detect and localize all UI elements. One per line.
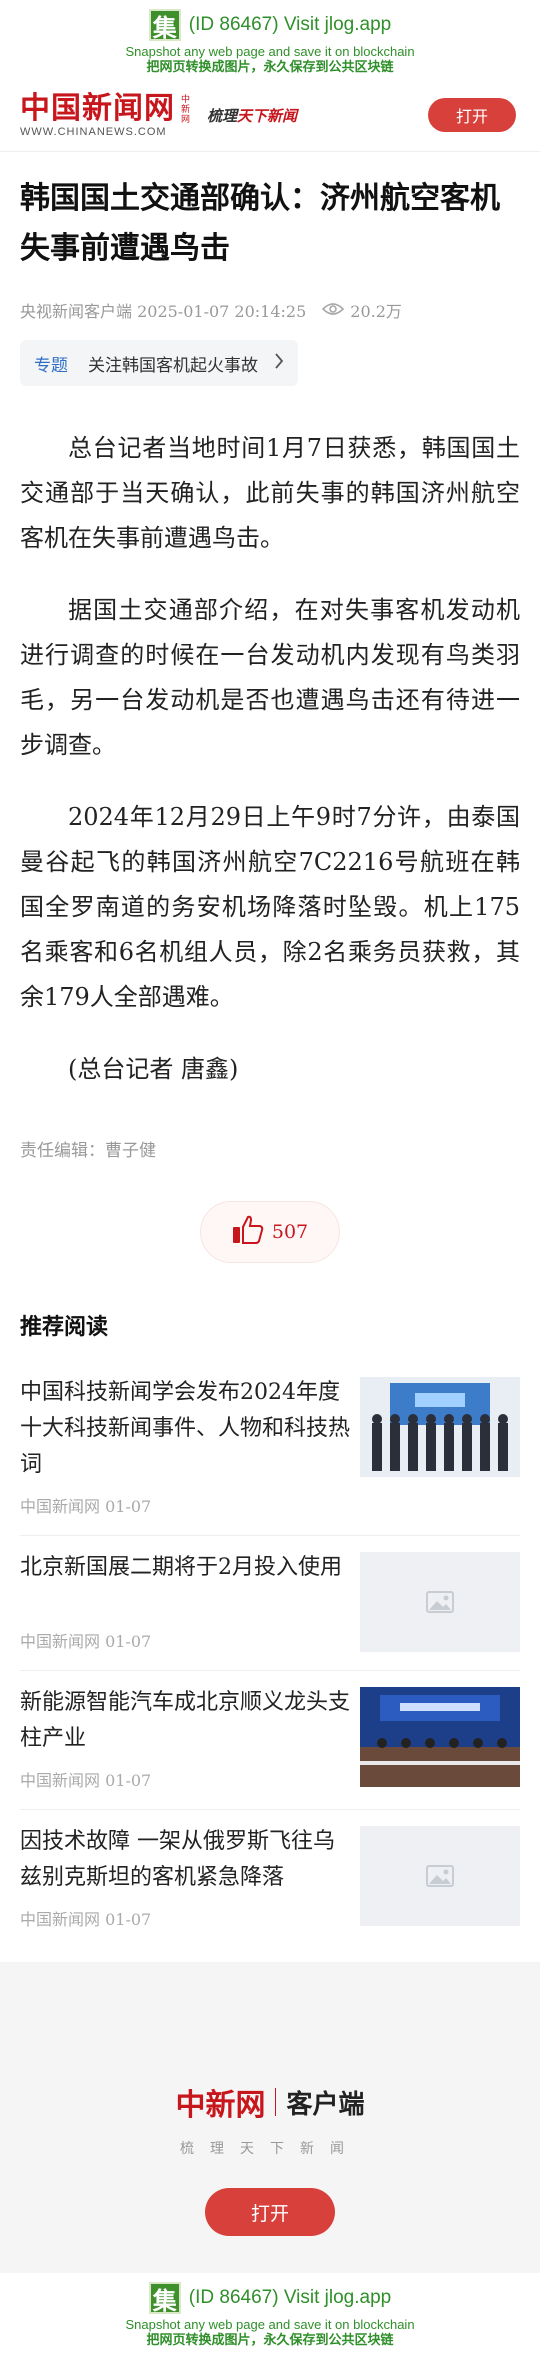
recommend-section: 推荐阅读 中国科技新闻学会发布2024年度十大科技新闻事件、人物和科技热词 中国… — [0, 1287, 540, 1948]
recommend-title: 新能源智能汽车成北京顺义龙头支柱产业 — [20, 1690, 351, 1751]
footer-brand: 中新网 — [175, 2088, 266, 2123]
recommend-item[interactable]: 因技术故障 一架从俄罗斯飞往乌兹别克斯坦的客机紧急降落 中国新闻网 01-07 — [20, 1810, 520, 1948]
slogan-part-a: 梳理 — [207, 108, 238, 125]
article-paragraph: 2024年12月29日上午9时7分许，由泰国曼谷起飞的韩国济州航空7C2216号… — [20, 803, 520, 1011]
chevron-right-icon — [274, 352, 284, 375]
eye-icon — [322, 301, 345, 320]
recommend-item[interactable]: 中国科技新闻学会发布2024年度十大科技新闻事件、人物和科技热词 中国新闻网 0… — [20, 1361, 520, 1536]
thumbs-up-icon — [232, 1215, 264, 1250]
article-paragraph: 总台记者当地时间1月7日获悉，韩国国土交通部于当天确认，此前失事的韩国济州航空客… — [20, 434, 520, 552]
article-meta: 央视新闻客户端 2025-01-07 20:14:25 20.2万 — [20, 298, 520, 322]
brand-name: 中国新闻网 — [20, 91, 175, 126]
topic-text: 关注韩国客机起火事故 — [88, 355, 258, 375]
conference-photo-thumbnail — [360, 1687, 520, 1787]
article-title: 韩国国土交通部确认：济州航空客机失事前遭遇鸟击 — [20, 182, 500, 265]
header-slogan: 梳理天下新闻 — [207, 105, 297, 126]
recommend-source: 中国新闻网 01-07 — [20, 1771, 152, 1790]
jlog-tagline-cn: 把网页转换成图片，永久保存到公共区块链 — [146, 59, 394, 74]
image-placeholder-icon — [360, 1826, 520, 1926]
jlog-visit-text[interactable]: (ID 86467) Visit jlog.app — [189, 2287, 391, 2309]
footer-logo: 中新网 客户端 — [175, 2080, 365, 2124]
slogan-part-b: 天下新闻 — [237, 108, 298, 125]
source-time: 央视新闻客户端 2025-01-07 20:14:25 — [20, 302, 307, 321]
open-app-button[interactable]: 打开 — [428, 98, 516, 132]
recommend-title: 中国科技新闻学会发布2024年度十大科技新闻事件、人物和科技热词 — [20, 1380, 351, 1477]
jlog-visit-text[interactable]: (ID 86467) Visit jlog.app — [189, 14, 391, 36]
topic-link[interactable]: 专题 关注韩国客机起火事故 — [20, 340, 298, 386]
article: 韩国国土交通部确认：济州航空客机失事前遭遇鸟击 央视新闻客户端 2025-01-… — [0, 174, 540, 1263]
jlog-tagline-cn: 把网页转换成图片，永久保存到公共区块链 — [146, 2332, 394, 2347]
recommend-item[interactable]: 新能源智能汽车成北京顺义龙头支柱产业 中国新闻网 01-07 — [20, 1671, 520, 1810]
jlog-banner-bottom: 集 (ID 86467) Visit jlog.app Snapshot any… — [0, 2273, 540, 2353]
like-count: 507 — [271, 1221, 309, 1243]
brand-url: WWW.CHINANEWS.COM — [20, 126, 167, 138]
article-paragraph: (总台记者 唐鑫) — [68, 1055, 239, 1083]
footer-tagline: 梳理天下新闻 — [180, 2140, 360, 2156]
responsible-editor: 责任编辑：曹子健 — [20, 1141, 156, 1160]
article-paragraph: 据国土交通部介绍，在对失事客机发动机进行调查的时候在一台发动机内发现有鸟类羽毛，… — [20, 596, 520, 759]
brand-side-text: 中新网 — [179, 94, 189, 124]
app-promo-footer: 中新网 客户端 梳理天下新闻 打开 — [0, 1962, 540, 2326]
jlog-logo-icon: 集 — [148, 2282, 181, 2315]
view-count: 20.2万 — [350, 302, 402, 321]
article-body: 总台记者当地时间1月7日获悉，韩国国土交通部于当天确认，此前失事的韩国济州航空客… — [20, 426, 520, 1092]
jlog-logo-icon: 集 — [148, 9, 181, 42]
recommend-source: 中国新闻网 01-07 — [20, 1632, 152, 1651]
group-photo-thumbnail — [360, 1377, 520, 1477]
footer-app-label: 客户端 — [286, 2088, 365, 2119]
recommend-source: 中国新闻网 01-07 — [20, 1497, 152, 1516]
like-button[interactable]: 507 — [200, 1201, 340, 1263]
jlog-tagline-en: Snapshot any web page and save it on blo… — [125, 44, 415, 59]
recommend-heading: 推荐阅读 — [20, 1314, 109, 1339]
recommend-source: 中国新闻网 01-07 — [20, 1910, 152, 1929]
brand-logo[interactable]: 中国新闻网 中新网 WWW.CHINANEWS.COM — [20, 91, 189, 139]
open-app-button-footer[interactable]: 打开 — [205, 2188, 335, 2236]
recommend-title: 北京新国展二期将于2月投入使用 — [20, 1555, 342, 1580]
jlog-banner-top: 集 (ID 86467) Visit jlog.app Snapshot any… — [0, 0, 540, 80]
image-placeholder-icon — [360, 1552, 520, 1652]
recommend-item[interactable]: 北京新国展二期将于2月投入使用 中国新闻网 01-07 — [20, 1536, 520, 1671]
recommend-title: 因技术故障 一架从俄罗斯飞往乌兹别克斯坦的客机紧急降落 — [20, 1829, 335, 1890]
jlog-tagline-en: Snapshot any web page and save it on blo… — [125, 2317, 415, 2332]
topic-tag: 专题 — [34, 355, 68, 375]
site-header: 中国新闻网 中新网 WWW.CHINANEWS.COM 梳理天下新闻 打开 — [0, 80, 540, 152]
